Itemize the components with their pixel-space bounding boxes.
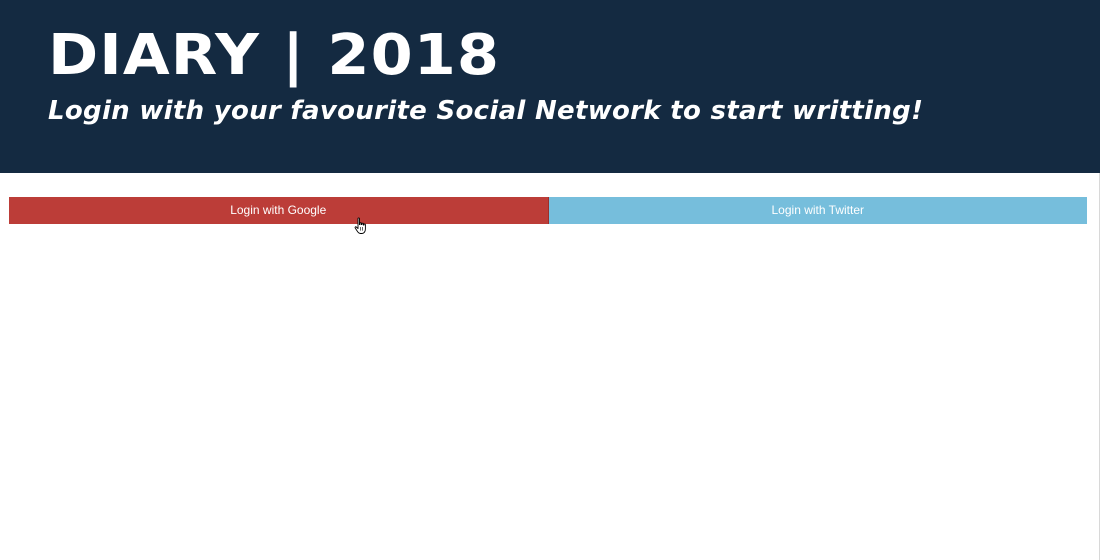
page-title: DIARY | 2018 [48,23,501,88]
login-google-button[interactable]: Login with Google [9,197,549,224]
page-subtitle: Login with your favourite Social Network… [48,96,924,126]
login-button-bar: Login with Google Login with Twitter [9,197,1087,224]
login-twitter-button[interactable]: Login with Twitter [548,197,1087,224]
page-header: DIARY | 2018 Login with your favourite S… [0,0,1100,173]
